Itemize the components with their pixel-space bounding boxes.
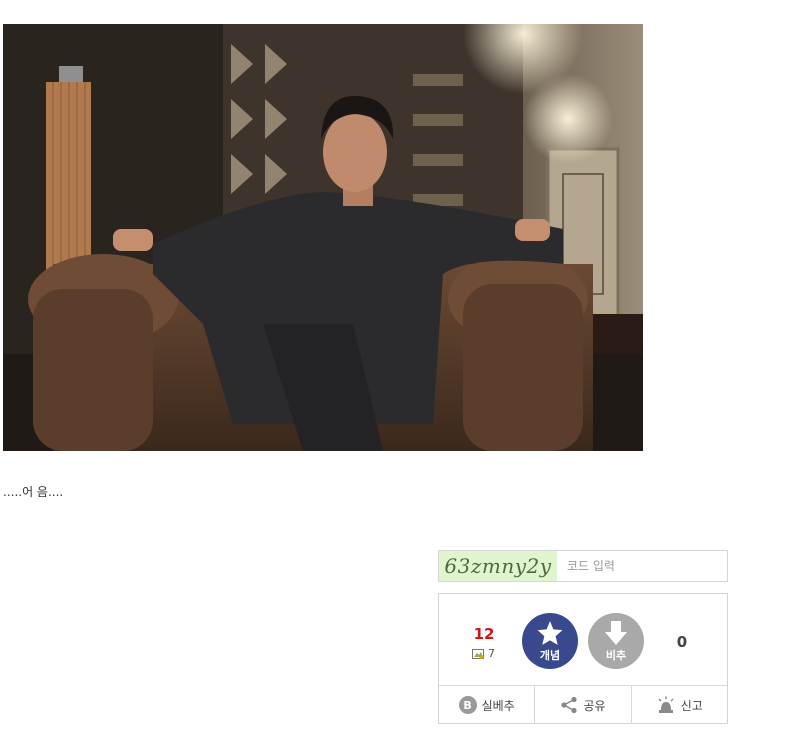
captcha-row: 63zmny2y	[438, 550, 728, 582]
vote-actions: B 실베추 공유 신고	[439, 685, 727, 724]
post-image	[3, 24, 643, 451]
fixed-upvote-number: 7	[488, 647, 495, 660]
arrow-down-icon	[605, 620, 627, 645]
siren-icon	[658, 696, 674, 713]
fixed-upvote-count: 7	[472, 647, 495, 660]
best-recommend-label: 실베추	[481, 698, 515, 713]
captcha-code-input[interactable]	[557, 551, 727, 581]
image-icon	[472, 648, 484, 659]
report-button[interactable]: 신고	[630, 686, 727, 724]
report-label: 신고	[680, 698, 703, 713]
share-icon	[561, 696, 578, 714]
share-button[interactable]: 공유	[534, 686, 630, 724]
captcha-image: 63zmny2y	[439, 551, 557, 581]
best-badge-icon: B	[458, 696, 477, 714]
vote-box: 12 7 개념 비추 0 B 실베추 공유 신고	[438, 593, 728, 724]
upvote-label: 개념	[539, 648, 561, 662]
best-recommend-button[interactable]: B 실베추	[439, 686, 534, 724]
upvote-button[interactable]: 개념	[522, 613, 578, 669]
vote-panel: 12 7 개념 비추 0	[439, 594, 727, 684]
star-icon	[537, 620, 563, 645]
share-label: 공유	[583, 698, 606, 713]
downvote-label: 비추	[605, 648, 627, 662]
post-caption: .....어 음....	[3, 485, 64, 499]
downvote-button[interactable]: 비추	[588, 613, 644, 669]
upvote-count: 12	[473, 625, 495, 643]
downvote-count: 0	[676, 633, 688, 651]
